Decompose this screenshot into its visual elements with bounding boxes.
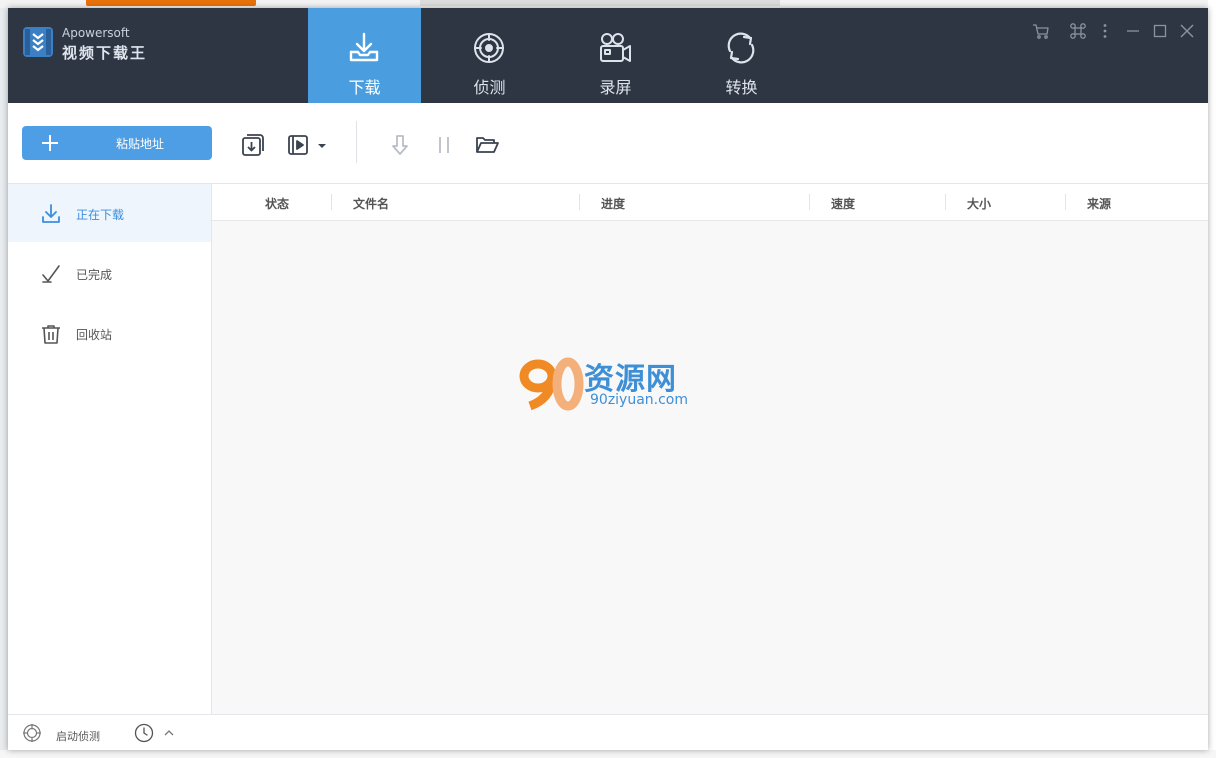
column-filename[interactable]: 文件名 [353, 195, 389, 212]
open-folder-icon [476, 137, 499, 153]
shortcut-button[interactable] [1069, 22, 1087, 40]
tab-download[interactable]: 下载 [308, 8, 421, 103]
trash-icon [42, 325, 60, 344]
tab-label: 下载 [348, 78, 381, 97]
more-vertical-icon [1103, 24, 1107, 38]
close-icon [1180, 24, 1194, 38]
pause-icon [439, 137, 449, 153]
column-divider [331, 194, 332, 210]
sidebar-item-completed[interactable]: 已完成 [8, 244, 211, 302]
watermark-logo-icon [519, 357, 584, 411]
schedule-button[interactable] [134, 723, 154, 743]
brand: Apowersoft 视频下载王 [22, 26, 222, 66]
table-header: 状态 文件名 进度 速度 大小 来源 [212, 184, 1208, 221]
tab-record[interactable]: 录屏 [559, 8, 672, 103]
video-list-dropdown[interactable] [314, 132, 330, 158]
tab-label: 转换 [725, 78, 758, 97]
maximize-button[interactable] [1151, 22, 1169, 40]
tab-label: 侦测 [473, 78, 506, 97]
minimize-icon [1127, 30, 1139, 32]
detect-label[interactable]: 启动侦测 [56, 728, 100, 744]
brand-name-en: Apowersoft [62, 26, 130, 40]
app-window: Apowersoft 视频下载王 下载 侦测 录屏 转换 粘贴地址 正在下载 已… [8, 8, 1208, 750]
column-status[interactable]: 状态 [265, 195, 289, 212]
sidebar-item-downloading[interactable]: 正在下载 [8, 184, 211, 242]
download-list: 状态 文件名 进度 速度 大小 来源 资源网 90ziyuan.com [212, 184, 1208, 714]
watermark-url: 90ziyuan.com [590, 392, 689, 408]
background-logo-fragment [86, 0, 256, 6]
paste-url-button[interactable]: 粘贴地址 [22, 126, 212, 160]
detect-toggle-button[interactable] [22, 723, 42, 743]
check-done-icon [42, 265, 60, 283]
column-size[interactable]: 大小 [967, 195, 991, 212]
column-divider [809, 194, 810, 210]
video-camera-icon [600, 33, 631, 62]
status-bar: 启动侦测 [8, 714, 1208, 750]
more-button[interactable] [1096, 22, 1114, 40]
toolbar: 粘贴地址 [8, 103, 1208, 184]
app-logo-icon [23, 27, 53, 57]
start-download-icon [392, 135, 408, 155]
start-download-button[interactable] [387, 132, 413, 158]
radar-target-icon [474, 33, 504, 63]
command-icon [1070, 23, 1086, 39]
background-document-bottom [0, 750, 1216, 758]
batch-download-button[interactable] [240, 132, 266, 158]
minimize-button[interactable] [1124, 22, 1142, 40]
sidebar-item-label: 已完成 [76, 268, 113, 282]
column-speed[interactable]: 速度 [831, 195, 855, 212]
sidebar-item-label: 回收站 [76, 328, 113, 342]
video-list-icon [288, 135, 308, 155]
batch-download-icon [242, 134, 264, 156]
title-bar: Apowersoft 视频下载王 下载 侦测 录屏 转换 [8, 8, 1208, 103]
column-divider [945, 194, 946, 210]
close-button[interactable] [1178, 22, 1196, 40]
tab-detect[interactable]: 侦测 [433, 8, 546, 103]
pause-button[interactable] [431, 132, 457, 158]
column-progress[interactable]: 进度 [601, 195, 625, 212]
dropdown-arrow-icon [318, 144, 326, 148]
paste-url-label: 粘贴地址 [115, 137, 164, 151]
watermark: 资源网 90ziyuan.com [518, 354, 708, 416]
maximize-icon [1153, 24, 1167, 38]
chevron-up-icon [164, 730, 174, 736]
download-icon [42, 204, 60, 223]
schedule-expand-button[interactable] [162, 723, 176, 743]
video-list-button[interactable] [286, 132, 312, 158]
sidebar: 正在下载 已完成 回收站 [8, 184, 212, 714]
tab-label: 录屏 [599, 78, 632, 97]
sidebar-item-recycle-bin[interactable]: 回收站 [8, 304, 211, 362]
column-divider [1065, 194, 1066, 210]
background-tab-fragment [420, 0, 780, 6]
background-document-edge [1208, 0, 1216, 758]
convert-cycle-icon [727, 32, 755, 64]
cart-icon [1033, 24, 1049, 39]
store-button[interactable] [1032, 22, 1050, 40]
open-folder-button[interactable] [474, 132, 500, 158]
tab-convert[interactable]: 转换 [685, 8, 798, 103]
toolbar-divider [356, 121, 357, 163]
radar-target-icon [23, 724, 41, 742]
column-divider [579, 194, 580, 210]
brand-name-cn: 视频下载王 [62, 44, 148, 62]
column-source[interactable]: 来源 [1087, 195, 1111, 212]
clock-icon [134, 723, 154, 743]
download-tray-icon [349, 32, 379, 62]
sidebar-item-label: 正在下载 [76, 208, 125, 222]
